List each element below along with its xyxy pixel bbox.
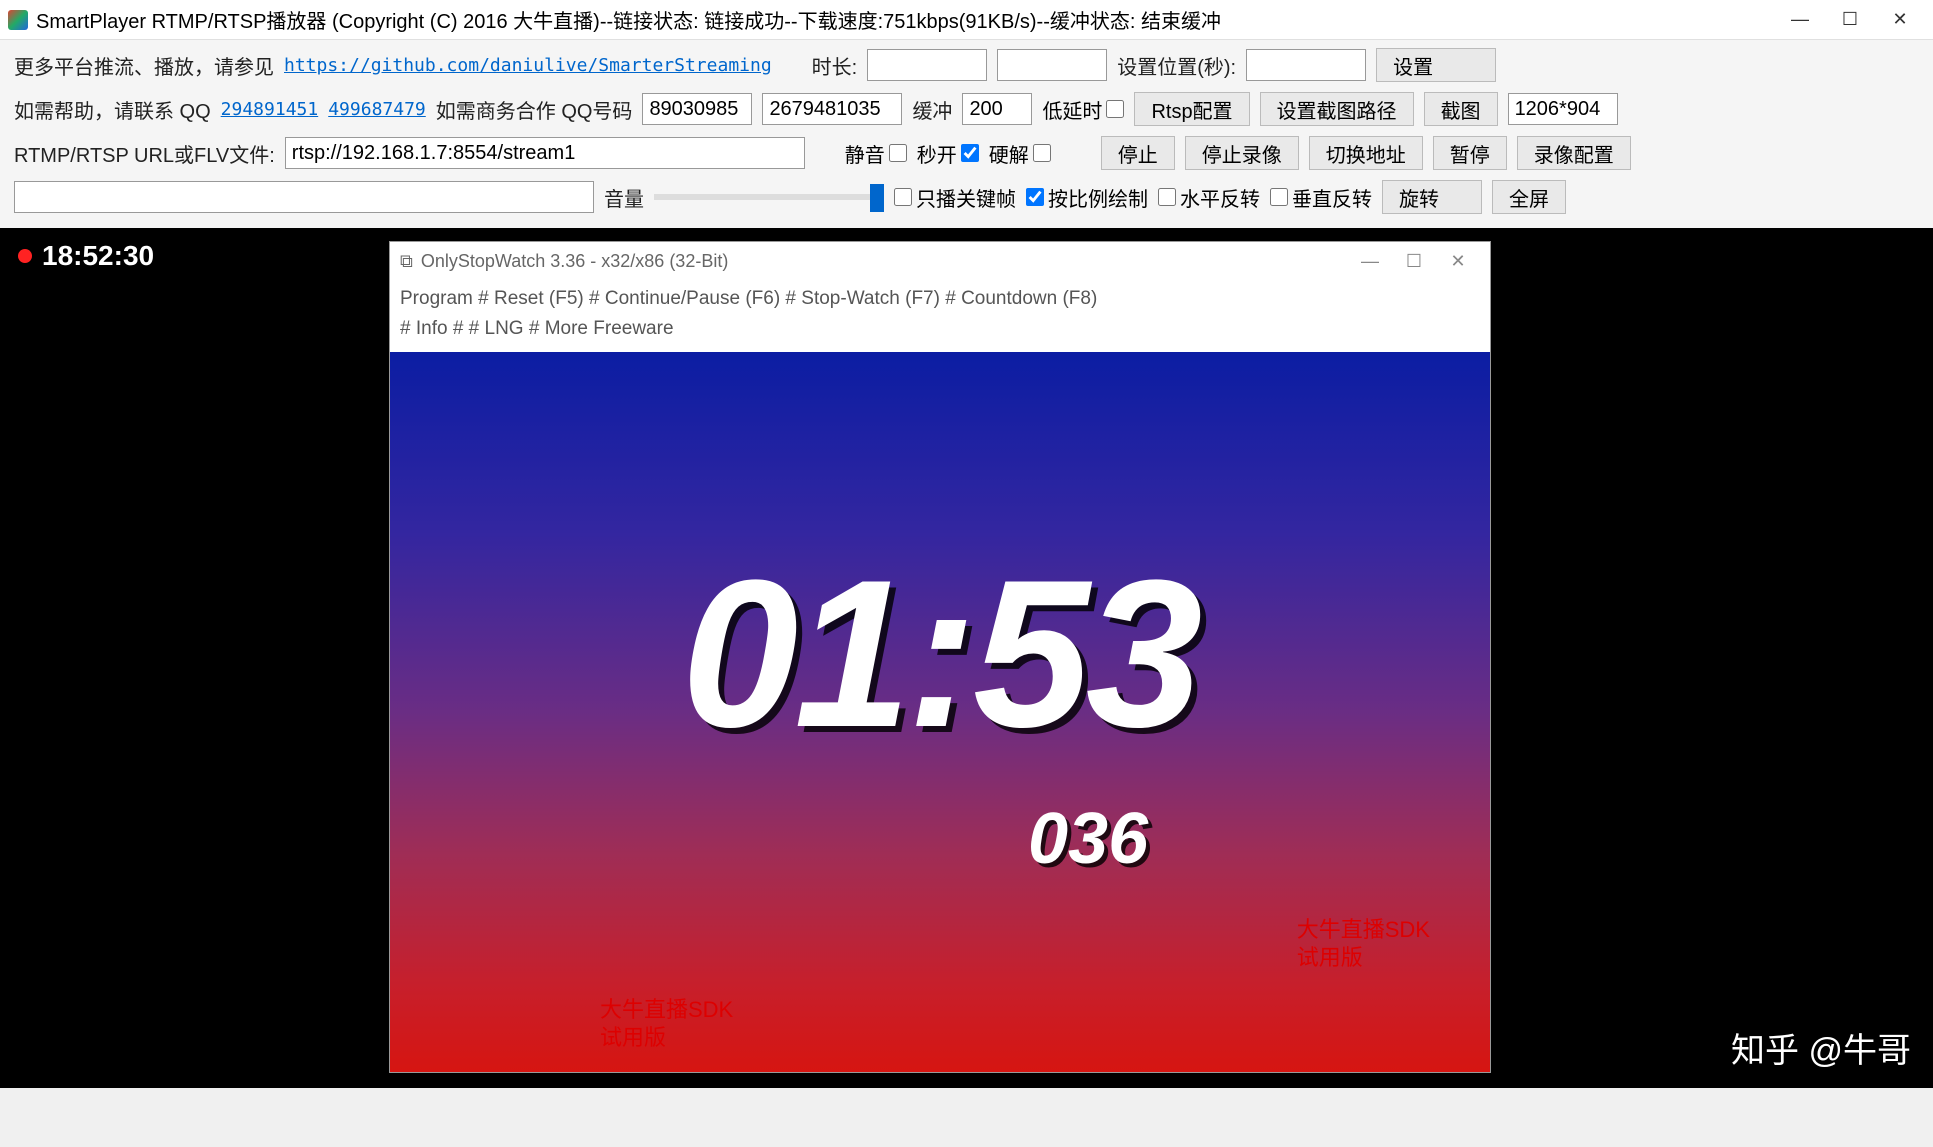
vflip-checkbox[interactable]: 垂直反转: [1270, 183, 1372, 212]
inner-menu-line1: Program # Reset (F5) # Continue/Pause (F…: [400, 284, 1480, 314]
window-title: SmartPlayer RTMP/RTSP播放器 (Copyright (C) …: [36, 5, 1775, 34]
biz-qq-input-2[interactable]: [762, 93, 902, 125]
close-button[interactable]: ✕: [1875, 0, 1925, 40]
volume-label: 音量: [604, 183, 644, 212]
set-button[interactable]: 设置: [1376, 48, 1496, 82]
screenshot-path-button[interactable]: 设置截图路径: [1260, 92, 1414, 126]
screenshot-button[interactable]: 截图: [1424, 92, 1498, 126]
volume-slider[interactable]: [654, 194, 884, 200]
stopwatch-main-time: 01:53: [681, 533, 1198, 775]
set-position-input[interactable]: [1246, 49, 1366, 81]
inner-close-icon: ✕: [1436, 251, 1480, 272]
fast-open-checkbox[interactable]: 秒开: [917, 139, 979, 168]
qq-link-2[interactable]: 499687479: [328, 99, 426, 120]
mute-checkbox[interactable]: 静音: [845, 139, 907, 168]
buffer-input[interactable]: [962, 93, 1032, 125]
switch-address-button[interactable]: 切换地址: [1309, 136, 1423, 170]
watermark-1: 大牛直播SDK 试用版: [600, 996, 733, 1052]
more-platforms-label: 更多平台推流、播放，请参见: [14, 51, 274, 80]
set-position-label: 设置位置(秒):: [1117, 51, 1236, 80]
stop-button[interactable]: 停止: [1101, 136, 1175, 170]
row-url: RTMP/RTSP URL或FLV文件: 静音 秒开 硬解 停止 停止录像 切换…: [14, 136, 1919, 170]
row-volume: 音量 只播关键帧 按比例绘制 水平反转 垂直反转 旋转 全屏: [14, 180, 1919, 214]
app-icon: [8, 10, 28, 30]
inner-app-icon: ⧉: [400, 251, 413, 272]
record-dot-icon: [18, 249, 32, 263]
inner-menu: Program # Reset (F5) # Continue/Pause (F…: [390, 280, 1490, 352]
duration-input[interactable]: [867, 49, 987, 81]
keyframe-only-checkbox[interactable]: 只播关键帧: [894, 183, 1016, 212]
url-label: RTMP/RTSP URL或FLV文件:: [14, 139, 275, 168]
rtsp-config-button[interactable]: Rtsp配置: [1134, 92, 1249, 126]
biz-qq-input-1[interactable]: [642, 93, 752, 125]
stop-record-button[interactable]: 停止录像: [1185, 136, 1299, 170]
extra-input[interactable]: [14, 181, 594, 213]
maximize-button[interactable]: ☐: [1825, 0, 1875, 40]
hw-decode-checkbox[interactable]: 硬解: [989, 139, 1051, 168]
help-label: 如需帮助，请联系 QQ: [14, 95, 211, 124]
buffer-label: 缓冲: [912, 95, 952, 124]
row-contact: 如需帮助，请联系 QQ 294891451 499687479 如需商务合作 Q…: [14, 92, 1919, 126]
stream-content: ⧉ OnlyStopWatch 3.36 - x32/x86 (32-Bit) …: [390, 242, 1490, 1072]
toolbar: 更多平台推流、播放，请参见 https://github.com/daniuli…: [0, 40, 1933, 228]
recording-indicator: 18:52:30: [18, 240, 154, 272]
record-config-button[interactable]: 录像配置: [1517, 136, 1631, 170]
inner-maximize-icon: ☐: [1392, 251, 1436, 272]
qq-link-1[interactable]: 294891451: [221, 99, 319, 120]
volume-thumb[interactable]: [870, 184, 884, 212]
duration-label: 时长:: [812, 51, 858, 80]
row-links: 更多平台推流、播放，请参见 https://github.com/daniuli…: [14, 48, 1919, 82]
recording-time: 18:52:30: [42, 240, 154, 272]
scale-draw-checkbox[interactable]: 按比例绘制: [1026, 183, 1148, 212]
zhihu-watermark: 知乎 @牛哥: [1731, 1023, 1911, 1072]
position-display[interactable]: [997, 49, 1107, 81]
video-area: 18:52:30 ⧉ OnlyStopWatch 3.36 - x32/x86 …: [0, 228, 1933, 1088]
rotate-button[interactable]: 旋转: [1382, 180, 1482, 214]
inner-menu-line2: # Info # # LNG # More Freeware: [400, 314, 1480, 344]
resolution-display[interactable]: [1508, 93, 1618, 125]
low-latency-checkbox[interactable]: 低延时: [1042, 95, 1124, 124]
pause-button[interactable]: 暂停: [1433, 136, 1507, 170]
inner-title: OnlyStopWatch 3.36 - x32/x86 (32-Bit): [421, 251, 728, 272]
inner-titlebar: ⧉ OnlyStopWatch 3.36 - x32/x86 (32-Bit) …: [390, 242, 1490, 280]
url-input[interactable]: [285, 137, 805, 169]
fullscreen-button[interactable]: 全屏: [1492, 180, 1566, 214]
watermark-2: 大牛直播SDK 试用版: [1297, 916, 1430, 972]
biz-label: 如需商务合作 QQ号码: [436, 95, 633, 124]
minimize-button[interactable]: —: [1775, 0, 1825, 40]
stopwatch-sub-time: 036: [1028, 798, 1148, 880]
inner-minimize-icon: —: [1348, 251, 1392, 272]
github-link[interactable]: https://github.com/daniulive/SmarterStre…: [284, 55, 772, 76]
titlebar: SmartPlayer RTMP/RTSP播放器 (Copyright (C) …: [0, 0, 1933, 40]
stopwatch-body: 01:53 036 大牛直播SDK 试用版 大牛直播SDK 试用版: [390, 352, 1490, 1072]
hflip-checkbox[interactable]: 水平反转: [1158, 183, 1260, 212]
